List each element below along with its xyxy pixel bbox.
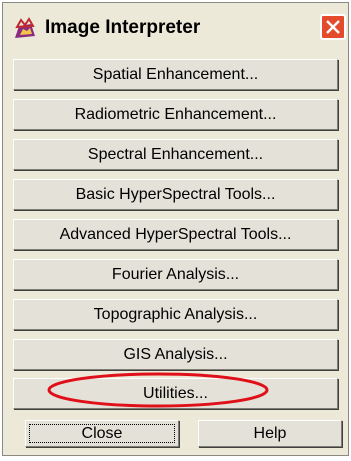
- fourier-analysis-button[interactable]: Fourier Analysis...: [13, 259, 338, 290]
- close-button[interactable]: Close: [25, 420, 179, 447]
- topographic-analysis-button[interactable]: Topographic Analysis...: [13, 299, 338, 330]
- spectral-enhancement-button[interactable]: Spectral Enhancement...: [13, 139, 338, 170]
- utilities-button[interactable]: Utilities...: [13, 378, 338, 409]
- help-button[interactable]: Help: [198, 420, 342, 447]
- image-interpreter-dialog: Image Interpreter Spatial Enhancement...…: [2, 2, 349, 456]
- close-icon[interactable]: [320, 14, 346, 40]
- basic-hyperspectral-tools-button[interactable]: Basic HyperSpectral Tools...: [13, 179, 338, 210]
- advanced-hyperspectral-tools-button[interactable]: Advanced HyperSpectral Tools...: [13, 219, 338, 250]
- radiometric-enhancement-button[interactable]: Radiometric Enhancement...: [13, 99, 338, 130]
- image-interpreter-app-icon: [13, 17, 37, 39]
- window-title: Image Interpreter: [45, 17, 201, 38]
- focus-ring: [29, 424, 175, 443]
- title-bar[interactable]: Image Interpreter: [3, 3, 348, 53]
- gis-analysis-button[interactable]: GIS Analysis...: [13, 339, 338, 370]
- help-button-label: Help: [253, 424, 287, 442]
- spatial-enhancement-button[interactable]: Spatial Enhancement...: [13, 59, 338, 90]
